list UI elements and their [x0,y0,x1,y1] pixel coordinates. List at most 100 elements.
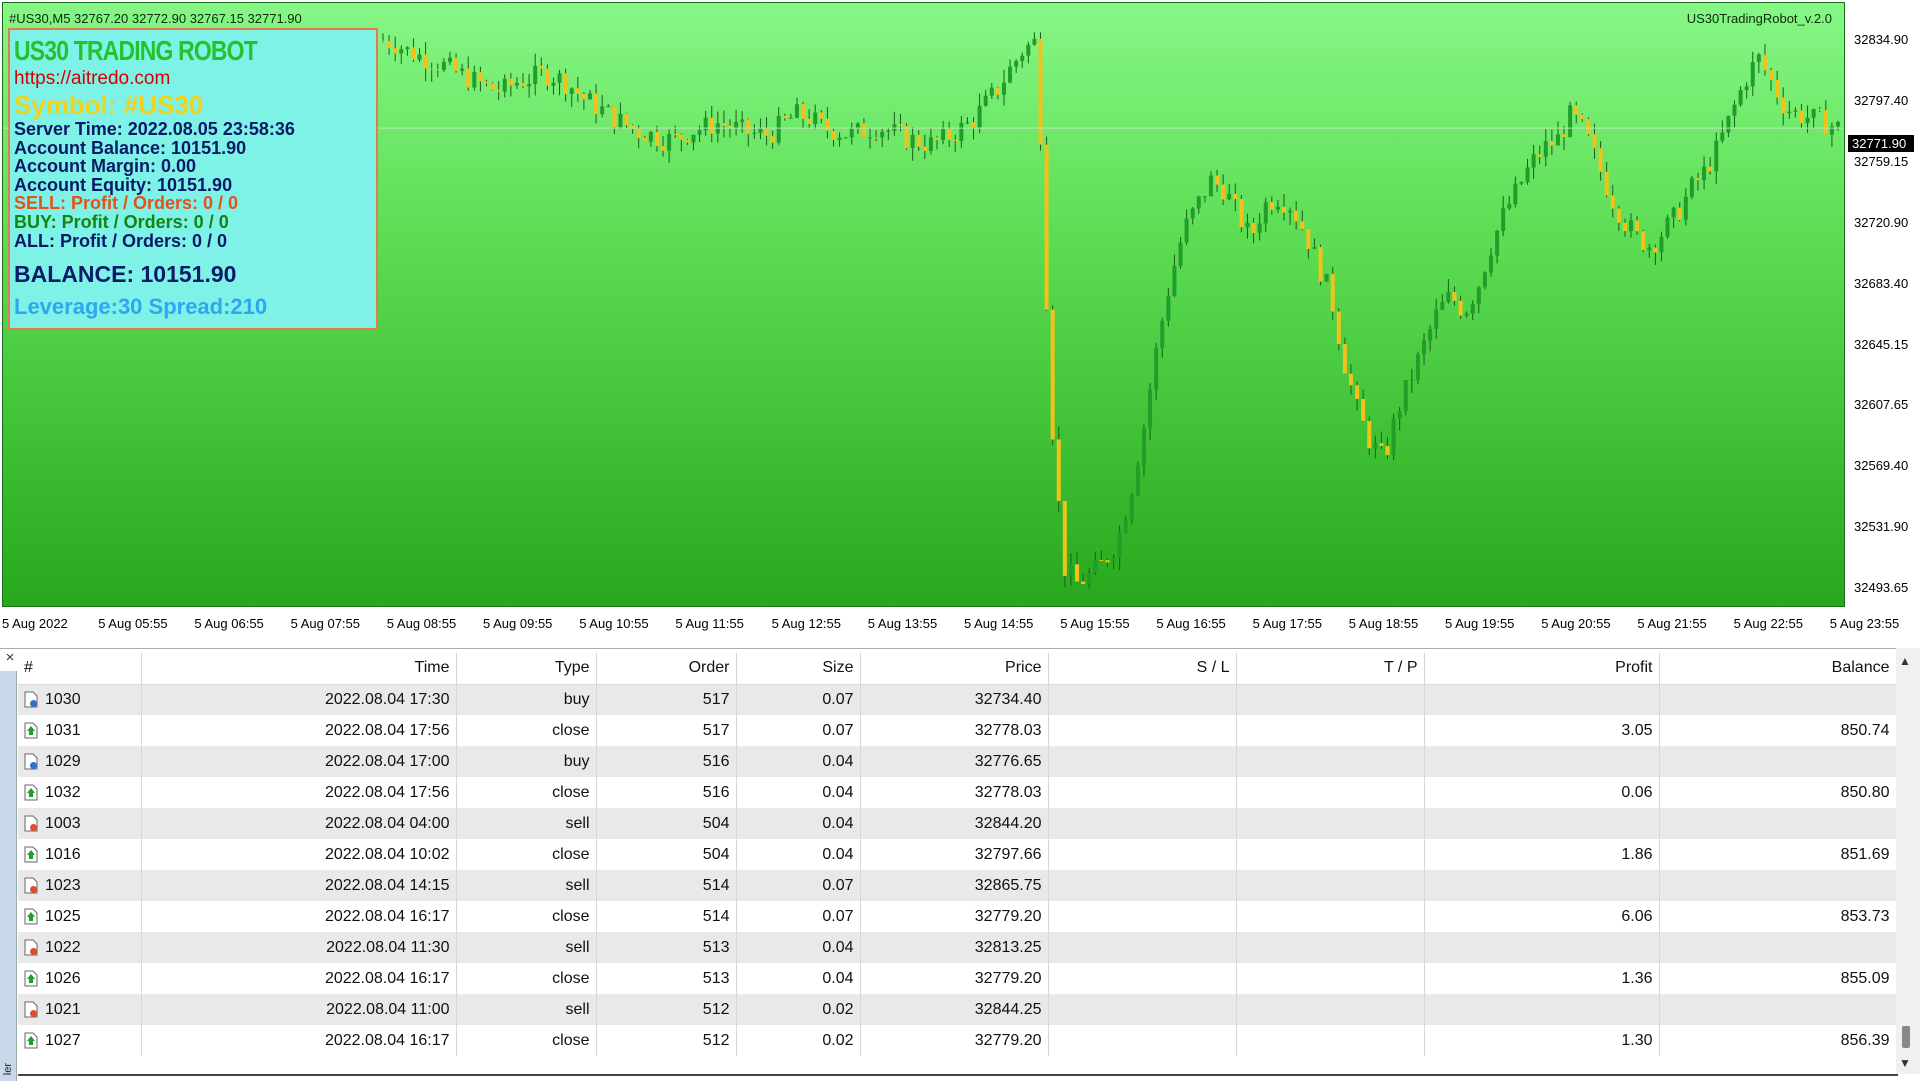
table-row[interactable]: 1030 2022.08.04 17:30 buy 517 0.07 32734.40 [18,684,1897,715]
candle-body [466,68,471,88]
candle-body [1288,210,1293,213]
column-header-balance[interactable]: Balance [1659,653,1897,685]
cell-order: 517 [596,684,737,715]
table-row[interactable]: 1026 2022.08.04 16:17 close 513 0.04 32779.20… [18,963,1897,994]
cell-size: 0.07 [736,715,861,746]
candle-body [1805,117,1810,124]
candle-body [1275,206,1280,210]
cell-type: close [456,839,597,870]
cell-order: 513 [596,932,737,963]
candle-body [1622,222,1627,232]
table-row[interactable]: 1003 2022.08.04 04:00 sell 504 0.04 32844.20 [18,808,1897,839]
column-header-profit[interactable]: Profit [1424,653,1660,685]
time-tick-label: 5 Aug 22:55 [1733,616,1803,631]
column-header-type[interactable]: Type [456,653,597,685]
scrollbar-thumb[interactable] [1902,1026,1910,1048]
candle-body [1385,445,1390,456]
candle-body [1750,61,1755,87]
order-id: 1021 [45,1000,81,1018]
close-icon[interactable]: × [2,649,18,667]
cell-tp [1236,901,1425,932]
deal-close-icon [24,846,38,863]
column-header-order[interactable]: Order [596,653,737,685]
column-header-tp[interactable]: T / P [1236,653,1425,685]
leverage-spread: Leverage:30 Spread:210 [14,294,268,320]
cell-tp [1236,963,1425,994]
cell-size: 0.07 [736,684,861,715]
column-header-sl[interactable]: S / L [1048,653,1237,685]
table-row[interactable]: 1021 2022.08.04 11:00 sell 512 0.02 32844.25 [18,994,1897,1025]
cell-time: 2022.08.04 17:00 [141,746,457,777]
candle-body [971,122,976,128]
cell-type: buy [456,746,597,777]
column-header-price[interactable]: Price [860,653,1049,685]
candle-body [490,83,495,90]
candle-body [886,130,891,132]
candle-body [1592,134,1597,149]
cell-balance: 855.09 [1659,963,1897,994]
candle-body [1032,38,1037,45]
candle-body [1093,560,1098,573]
cell-profit: 0.06 [1424,777,1660,808]
expert-advisor-name[interactable]: US30TradingRobot_v.2.0 [1687,11,1832,26]
candle-body [1659,236,1664,253]
table-row[interactable]: 1023 2022.08.04 14:15 sell 514 0.07 32865.75 [18,870,1897,901]
price-tick-label: 32720.90 [1854,214,1909,230]
scroll-down-icon[interactable]: ▼ [1899,1056,1911,1070]
candle-body [527,84,532,87]
candle-body [1604,171,1609,196]
order-id: 1003 [45,814,81,832]
candle-body [1300,221,1305,229]
candle-body [1708,166,1713,172]
candle-body [1440,301,1445,310]
cell-id: 1021 [18,994,142,1025]
scroll-up-icon[interactable]: ▲ [1899,654,1911,668]
candle-body [514,82,519,86]
column-header-time[interactable]: Time [141,653,457,685]
table-row[interactable]: 1016 2022.08.04 10:02 close 504 0.04 32797.66… [18,839,1897,870]
cell-type: close [456,777,597,808]
table-row[interactable]: 1031 2022.08.04 17:56 close 517 0.07 32778.03… [18,715,1897,746]
candle-body [1081,581,1086,585]
table-row[interactable]: 1027 2022.08.04 16:17 close 512 0.02 32779.20… [18,1025,1897,1056]
table-row[interactable]: 1022 2022.08.04 11:30 sell 513 0.04 32813.25 [18,932,1897,963]
vertical-scrollbar[interactable] [1896,648,1920,1074]
candle-body [1379,443,1384,446]
robot-url-link[interactable]: https://aitredo.com [14,68,372,90]
cell-id: 1032 [18,777,142,808]
candle-body [679,134,684,140]
cell-id: 1023 [18,870,142,901]
table-row[interactable]: 1025 2022.08.04 16:17 close 514 0.07 32779.20… [18,901,1897,932]
table-row[interactable]: 1029 2022.08.04 17:00 buy 516 0.04 32776.65 [18,746,1897,777]
terminal-tab-strip[interactable] [18,1074,1898,1080]
cell-balance: 853.73 [1659,901,1897,932]
candle-body [1227,193,1232,200]
candle-body [874,137,879,139]
cell-profit [1424,994,1660,1025]
candle-body [1811,109,1816,118]
candle-body [1434,309,1439,329]
candle-body [417,54,422,60]
time-tick-label: 5 Aug 16:55 [1156,616,1226,631]
time-tick-label: 5 Aug 12:55 [771,616,841,631]
column-header-id[interactable]: # [18,653,142,685]
time-tick-label: 5 Aug 20:55 [1541,616,1611,631]
cell-sl [1048,746,1237,777]
cell-balance: 850.74 [1659,715,1897,746]
symbol-label: Symbol: #US30 [14,90,204,120]
candle-body [1190,208,1195,219]
time-tick-label: 5 Aug 10:55 [579,616,649,631]
cell-id: 1022 [18,932,142,963]
cell-time: 2022.08.04 16:17 [141,901,457,932]
cell-order: 512 [596,1025,737,1056]
cell-id: 1031 [18,715,142,746]
chart-window[interactable]: #US30,M5 32767.20 32772.90 32767.15 3277… [0,0,1920,640]
cell-size: 0.04 [736,839,861,870]
table-row[interactable]: 1032 2022.08.04 17:56 close 516 0.04 32778.03… [18,777,1897,808]
account-equity: Account Equity: 10151.90 [14,174,233,195]
candle-body [600,106,605,115]
column-header-size[interactable]: Size [736,653,861,685]
account-balance: Account Balance: 10151.90 [14,137,247,158]
candle-body [1020,55,1025,62]
deal-close-icon [24,970,38,987]
